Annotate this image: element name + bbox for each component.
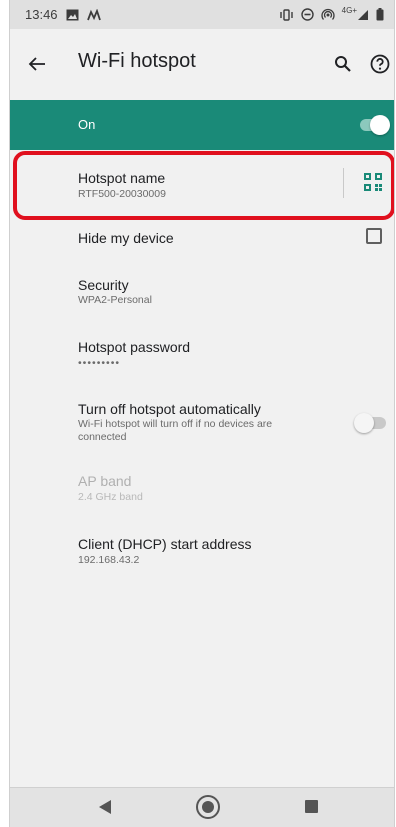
auto-off-title: Turn off hotspot automatically — [78, 401, 261, 417]
page-title: Wi-Fi hotspot — [78, 50, 196, 72]
signal-icon: 4G+ — [341, 6, 369, 21]
security-value: WPA2-Personal — [78, 294, 152, 306]
nav-back-icon[interactable] — [98, 799, 112, 820]
dhcp-address-row[interactable]: Client (DHCP) start address 192.168.43.2 — [10, 525, 394, 571]
nav-recents-icon[interactable] — [305, 800, 318, 813]
hotspot-toggle-switch[interactable] — [360, 115, 390, 135]
vibrate-icon — [279, 8, 294, 21]
hotspot-icon — [321, 8, 335, 21]
auto-off-description-line2: connected — [78, 431, 127, 443]
hide-device-title: Hide my device — [78, 230, 174, 246]
auto-off-row[interactable]: Turn off hotspot automatically Wi-Fi hot… — [10, 390, 394, 446]
navigation-bar — [10, 787, 394, 827]
auto-off-toggle-switch[interactable] — [354, 413, 388, 433]
dhcp-title: Client (DHCP) start address — [78, 536, 252, 552]
dhcp-value: 192.168.43.2 — [78, 554, 140, 566]
password-value: ••••••••• — [78, 357, 121, 369]
status-bar: 13:46 4G+ — [10, 0, 394, 29]
ap-band-row: AP band 2.4 GHz band — [10, 462, 394, 508]
toggle-thumb — [370, 115, 390, 135]
search-icon[interactable] — [328, 49, 358, 79]
ap-band-value: 2.4 GHz band — [78, 491, 143, 503]
hide-device-checkbox[interactable] — [366, 228, 382, 244]
app-bar: Wi-Fi hotspot — [10, 29, 394, 100]
highlight-annotation — [13, 151, 394, 220]
activity-icon — [86, 8, 103, 21]
help-icon[interactable] — [365, 49, 394, 79]
security-title: Security — [78, 277, 129, 293]
toggle-thumb — [354, 413, 374, 433]
hotspot-master-toggle-row[interactable]: On — [10, 100, 394, 150]
hide-device-row[interactable]: Hide my device — [10, 220, 394, 256]
password-title: Hotspot password — [78, 339, 191, 355]
network-type-label: 4G+ — [341, 6, 357, 15]
image-icon — [66, 9, 79, 21]
phone-screen: 13:46 4G+ Wi-Fi hotspot On Hotspot name … — [9, 0, 395, 827]
battery-icon — [376, 8, 384, 21]
security-row[interactable]: Security WPA2-Personal — [10, 266, 394, 312]
auto-off-description-line1: Wi-Fi hotspot will turn off if no device… — [78, 418, 273, 430]
do-not-disturb-icon — [300, 8, 314, 21]
back-arrow-icon[interactable] — [22, 49, 52, 79]
status-time: 13:46 — [25, 7, 58, 22]
hotspot-password-row[interactable]: Hotspot password ••••••••• — [10, 328, 394, 374]
nav-home-icon[interactable] — [195, 794, 221, 825]
master-toggle-label: On — [78, 117, 96, 132]
ap-band-title: AP band — [78, 473, 132, 489]
